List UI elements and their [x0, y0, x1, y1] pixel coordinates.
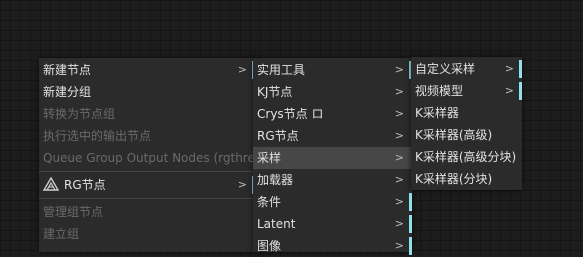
- menu-item-label: K采样器(高级分块): [415, 150, 517, 164]
- submenu-indicator: [519, 60, 522, 78]
- submenu-item-crys-nodes[interactable]: Crys节点 ロ >: [253, 103, 412, 125]
- submenu-item-utilities[interactable]: 实用工具 >: [253, 59, 412, 81]
- submenu-item-conditioning[interactable]: 条件 >: [253, 191, 412, 213]
- chevron-right-icon: >: [237, 178, 247, 191]
- chevron-right-icon: >: [394, 217, 404, 230]
- menu-item-label: 加载器: [257, 173, 294, 187]
- submenu-item-loaders[interactable]: 加载器 >: [253, 169, 412, 191]
- menu-divider: [39, 171, 255, 172]
- chevron-right-icon: >: [394, 173, 404, 186]
- submenu-item-sampling[interactable]: 采样 >: [253, 147, 412, 169]
- submenu-item-ksampler-advanced[interactable]: K采样器(高级): [411, 124, 522, 146]
- node-category-submenu: 实用工具 > KJ节点 > Crys节点 ロ > RG节点 > 采样 > 加载器…: [253, 58, 412, 255]
- menu-item-label: 执行选中的输出节点: [43, 129, 152, 143]
- submenu-indicator: [409, 237, 412, 255]
- submenu-indicator: [409, 193, 412, 211]
- menu-item-label: 自定义采样: [415, 62, 476, 76]
- menu-item-manage-group-nodes: 管理组节点: [39, 201, 255, 223]
- menu-item-build-group: 建立组: [39, 223, 255, 245]
- sampling-submenu: 自定义采样 > 视频模型 > K采样器 K采样器(高级) K采样器(高级分块) …: [411, 57, 522, 190]
- menu-item-label: 采样: [257, 151, 282, 165]
- menu-item-label: 实用工具: [257, 63, 306, 77]
- chevron-right-icon: >: [394, 85, 404, 98]
- submenu-item-video-models[interactable]: 视频模型 >: [411, 80, 522, 102]
- chevron-right-icon: >: [394, 151, 404, 164]
- menu-item-label: 管理组节点: [43, 205, 104, 219]
- menu-item-rg-nodes[interactable]: RG节点 >: [39, 174, 255, 196]
- submenu-indicator: [409, 215, 412, 233]
- menu-item-label: Queue Group Output Nodes (rgthree): [43, 151, 267, 165]
- submenu-item-latent[interactable]: Latent >: [253, 213, 412, 235]
- submenu-item-ksampler[interactable]: K采样器: [411, 102, 522, 124]
- menu-item-label: 转换为节点组: [43, 107, 116, 121]
- menu-item-execute-selected-outputs: 执行选中的输出节点: [39, 125, 255, 147]
- submenu-item-rg-nodes[interactable]: RG节点 >: [253, 125, 412, 147]
- menu-item-label: 建立组: [43, 227, 80, 241]
- menu-item-label: Latent: [257, 217, 296, 231]
- menu-item-label: RG节点: [257, 129, 299, 143]
- chevron-right-icon: >: [394, 107, 404, 120]
- menu-item-label: K采样器(高级): [415, 128, 493, 142]
- submenu-item-image[interactable]: 图像 >: [253, 235, 412, 257]
- menu-item-label: RG节点: [64, 178, 106, 192]
- canvas-context-menu: 新建节点 > 新建分组 转换为节点组 执行选中的输出节点 Queue Group…: [39, 58, 267, 252]
- menu-item-label: Crys节点 ロ: [257, 107, 324, 121]
- menu-item-new-node[interactable]: 新建节点 >: [39, 59, 255, 81]
- menu-item-convert-to-group: 转换为节点组: [39, 103, 255, 125]
- menu-item-label: KJ节点: [257, 85, 293, 99]
- menu-item-label: K采样器(分块): [415, 172, 493, 186]
- chevron-right-icon: >: [504, 84, 514, 97]
- submenu-item-ksampler-tiled[interactable]: K采样器(分块): [411, 168, 522, 190]
- chevron-right-icon: >: [504, 62, 514, 75]
- chevron-right-icon: >: [394, 129, 404, 142]
- menu-item-label: K采样器: [415, 106, 459, 120]
- submenu-item-ksampler-advanced-tiled[interactable]: K采样器(高级分块): [411, 146, 522, 168]
- submenu-indicator: [519, 82, 522, 100]
- chevron-right-icon: >: [394, 239, 404, 252]
- menu-item-label: 视频模型: [415, 84, 464, 98]
- menu-item-label: 图像: [257, 239, 282, 253]
- menu-item-new-group[interactable]: 新建分组: [39, 81, 255, 103]
- rgthree-logo-icon: [43, 177, 59, 191]
- chevron-right-icon: >: [394, 63, 404, 76]
- submenu-item-kj-nodes[interactable]: KJ节点 >: [253, 81, 412, 103]
- menu-item-label: 新建分组: [43, 85, 92, 99]
- chevron-right-icon: >: [237, 63, 247, 76]
- menu-item-queue-group-output: Queue Group Output Nodes (rgthree): [39, 147, 267, 169]
- chevron-right-icon: >: [394, 195, 404, 208]
- menu-divider: [39, 198, 255, 199]
- menu-item-label: 条件: [257, 195, 282, 209]
- submenu-item-custom-sampling[interactable]: 自定义采样 >: [411, 58, 522, 80]
- menu-item-label: 新建节点: [43, 63, 92, 77]
